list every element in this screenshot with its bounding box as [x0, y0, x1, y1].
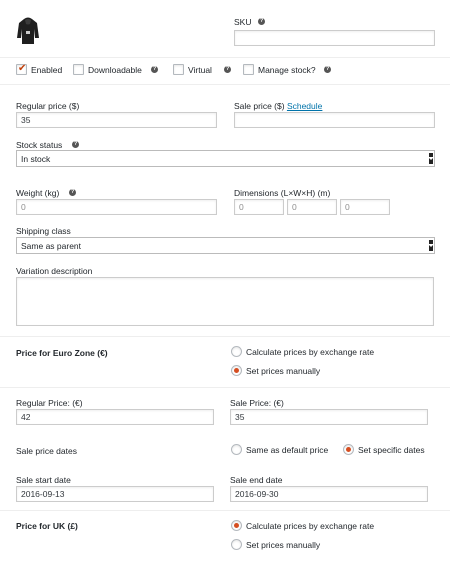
virtual-label: Virtual	[188, 65, 212, 75]
set-specific-dates-label: Set specific dates	[358, 445, 425, 455]
sale-price-label: Sale price ($) Schedule	[234, 101, 322, 111]
uk-manual-label: Set prices manually	[246, 540, 321, 550]
sale-price-label-text: Sale price ($)	[234, 101, 285, 111]
divider	[0, 57, 450, 58]
downloadable-label: Downloadable	[88, 65, 142, 75]
shipping-class-select[interactable]: Same as parent	[16, 237, 435, 254]
chevron-down-icon	[428, 153, 434, 164]
sku-label: SKU	[234, 17, 252, 27]
set-specific-dates-radio[interactable]	[343, 444, 354, 455]
stock-status-label: Stock status	[16, 140, 63, 150]
sku-help-icon[interactable]: ?	[258, 18, 265, 25]
manage-stock-label: Manage stock?	[258, 65, 316, 75]
euro-regular-price-label: Regular Price: (€)	[16, 398, 83, 408]
virtual-help-icon[interactable]: ?	[224, 66, 231, 73]
euro-exchange-rate-label: Calculate prices by exchange rate	[246, 347, 375, 357]
uk-exchange-rate-radio[interactable]	[231, 520, 242, 531]
dimensions-label: Dimensions (L×W×H) (m)	[234, 188, 331, 198]
product-image[interactable]	[16, 16, 40, 46]
variation-description-label: Variation description	[16, 266, 93, 276]
euro-manual-radio[interactable]	[231, 365, 242, 376]
variation-description-textarea[interactable]	[16, 277, 434, 326]
same-as-default-label: Same as default price	[246, 445, 329, 455]
manage-stock-checkbox[interactable]	[243, 64, 254, 75]
euro-exchange-rate-radio[interactable]	[231, 346, 242, 357]
sale-end-date-input[interactable]: 2016-09-30	[230, 486, 428, 502]
virtual-checkbox[interactable]	[173, 64, 184, 75]
sale-end-date-label: Sale end date	[230, 475, 283, 485]
same-as-default-radio[interactable]	[231, 444, 242, 455]
uk-heading: Price for UK (£)	[16, 521, 78, 531]
height-input[interactable]: 0	[340, 199, 390, 215]
shipping-class-label: Shipping class	[16, 226, 71, 236]
chevron-down-icon	[428, 240, 434, 251]
stock-status-select[interactable]: In stock	[16, 150, 435, 167]
weight-label: Weight (kg)	[16, 188, 60, 198]
hoodie-product-thumbnail-icon	[17, 17, 39, 44]
euro-zone-heading: Price for Euro Zone (€)	[16, 348, 108, 358]
width-input[interactable]: 0	[287, 199, 337, 215]
euro-sale-price-label: Sale Price: (€)	[230, 398, 284, 408]
downloadable-help-icon[interactable]: ?	[151, 66, 158, 73]
sale-price-dates-label: Sale price dates	[16, 446, 77, 456]
weight-help-icon[interactable]: ?	[69, 189, 76, 196]
divider	[0, 336, 450, 337]
shipping-class-value: Same as parent	[21, 241, 82, 251]
euro-sale-price-input[interactable]: 35	[230, 409, 428, 425]
stock-status-help-icon[interactable]: ?	[72, 141, 79, 148]
regular-price-label: Regular price ($)	[16, 101, 80, 111]
divider	[0, 387, 450, 388]
sale-start-date-input[interactable]: 2016-09-13	[16, 486, 214, 502]
length-input[interactable]: 0	[234, 199, 284, 215]
sale-price-input[interactable]	[234, 112, 435, 128]
downloadable-checkbox[interactable]	[73, 64, 84, 75]
sale-start-date-label: Sale start date	[16, 475, 71, 485]
euro-manual-label: Set prices manually	[246, 366, 321, 376]
euro-regular-price-input[interactable]: 42	[16, 409, 214, 425]
manage-stock-help-icon[interactable]: ?	[324, 66, 331, 73]
regular-price-input[interactable]: 35	[16, 112, 217, 128]
divider	[0, 510, 450, 511]
weight-input[interactable]: 0	[16, 199, 217, 215]
uk-manual-radio[interactable]	[231, 539, 242, 550]
enabled-checkbox[interactable]	[16, 63, 27, 75]
enabled-label: Enabled	[31, 65, 63, 75]
sku-input[interactable]	[234, 30, 435, 46]
stock-status-value: In stock	[21, 154, 51, 164]
uk-exchange-rate-label: Calculate prices by exchange rate	[246, 521, 375, 531]
divider	[0, 84, 450, 85]
schedule-link[interactable]: Schedule	[287, 101, 322, 111]
